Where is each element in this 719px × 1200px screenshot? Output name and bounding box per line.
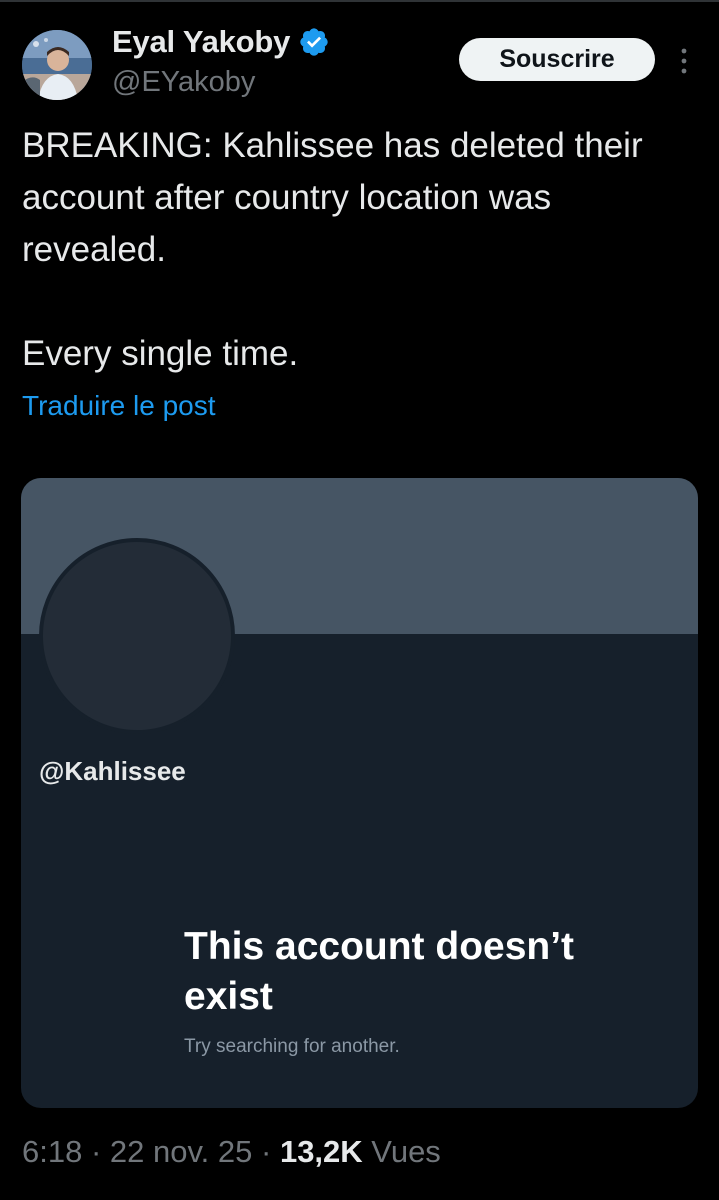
deleted-account-handle: @Kahlissee — [39, 756, 186, 786]
translate-post-link[interactable]: Traduire le post — [22, 390, 216, 422]
account-not-exist-title: This account doesn’t exist — [184, 925, 575, 1018]
post-date[interactable]: 22 nov. 25 — [110, 1134, 252, 1170]
author-handle[interactable]: @EYakoby — [112, 66, 255, 99]
meta-separator: · — [82, 1134, 110, 1169]
views-label: Vues — [362, 1134, 441, 1169]
post-meta: 6:18 · 22 nov. 25 · 13,2K Vues — [22, 1134, 441, 1170]
top-divider — [0, 0, 719, 2]
post-media-image[interactable]: @Kahlissee This account doesn’t exist Tr… — [21, 478, 698, 1108]
post-text: BREAKING: Kahlissee has deleted their ac… — [22, 126, 643, 373]
author-display-name[interactable]: Eyal Yakoby — [112, 24, 290, 60]
post-time[interactable]: 6:18 — [22, 1134, 82, 1170]
meta-separator: · — [252, 1134, 280, 1169]
account-not-exist-subtitle: Try searching for another. — [184, 1036, 400, 1057]
views-count: 13,2K — [279, 1134, 363, 1169]
verified-badge-icon — [298, 26, 330, 58]
vertical-ellipsis-icon[interactable] — [672, 44, 696, 78]
subscribe-button[interactable]: Souscrire — [459, 38, 655, 81]
author-avatar[interactable] — [22, 30, 92, 100]
profile-avatar-placeholder — [43, 542, 231, 730]
